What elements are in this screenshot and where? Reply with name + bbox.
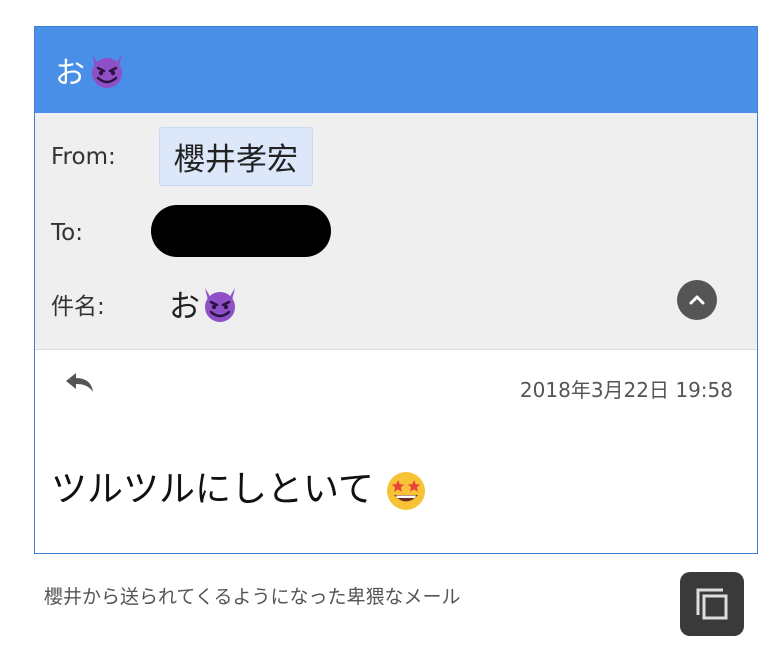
message-text: ツルツルにしといて	[51, 469, 374, 510]
reply-button[interactable]	[63, 370, 97, 400]
copy-button[interactable]	[680, 572, 744, 636]
star-struck-emoji-icon	[387, 472, 426, 510]
reply-arrow-icon	[66, 373, 93, 392]
to-label: To:	[51, 220, 83, 246]
recipient-redacted	[151, 205, 331, 257]
collapse-header-button[interactable]	[677, 280, 717, 320]
image-caption: 櫻井から送られてくるようになった卑猥なメール	[44, 586, 461, 608]
window-title: お	[55, 56, 85, 91]
copy-icon	[696, 588, 728, 620]
sender-chip[interactable]: 櫻井孝宏	[159, 127, 313, 186]
message-timestamp: 2018年3月22日 19:58	[519, 378, 733, 402]
subject-label: 件名:	[51, 293, 105, 320]
email-card: お From: 櫻井孝宏 To: 件名: お 2018年3月22日 19:58 …	[34, 26, 758, 554]
email-header: From: 櫻井孝宏 To: 件名: お	[35, 113, 757, 350]
smiling-devil-emoji-icon	[92, 54, 122, 88]
subject-row: 件名: お	[51, 281, 240, 326]
from-label: From:	[51, 143, 116, 170]
chevron-up-icon	[689, 295, 705, 305]
to-row: To:	[51, 205, 339, 259]
message-body: ツルツルにしといて	[51, 460, 427, 512]
title-bar: お	[35, 27, 757, 113]
message-area: 2018年3月22日 19:58 ツルツルにしといて	[35, 350, 757, 555]
smiling-devil-emoji-icon	[205, 287, 235, 322]
subject-value: お	[169, 289, 200, 325]
from-row: From: 櫻井孝宏	[51, 127, 313, 186]
